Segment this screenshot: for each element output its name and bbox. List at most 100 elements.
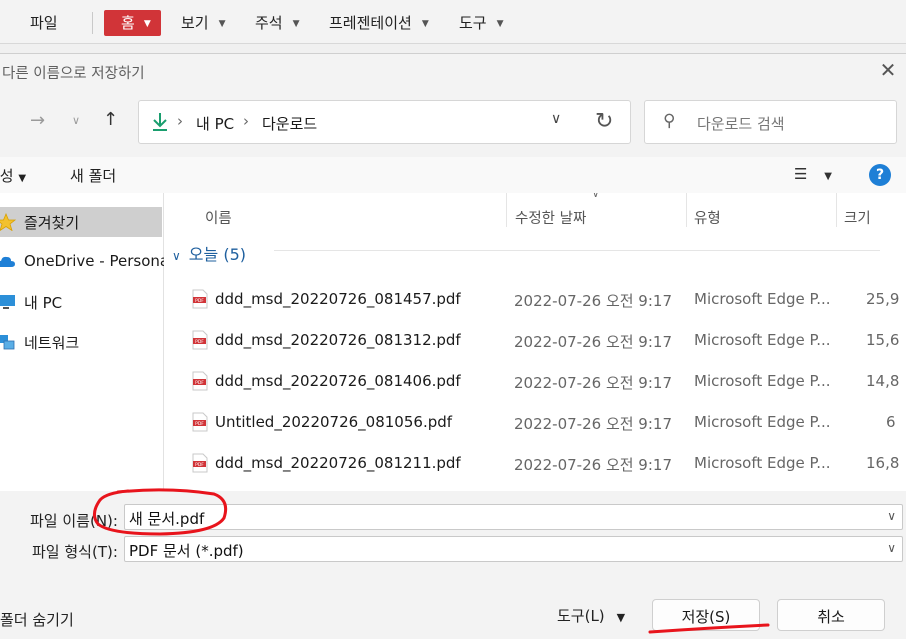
svg-text:PDF: PDF [195, 339, 204, 345]
history-chevron-down-icon[interactable]: ∨ [72, 114, 80, 127]
chevron-down-icon: ▼ [143, 19, 151, 29]
file-name: ddd_msd_20220726_081406.pdf [215, 372, 461, 390]
nav-this-pc-label: 내 PC [24, 294, 63, 312]
file-size: 25,9 [866, 290, 900, 308]
tools-button[interactable]: 도구(L) ▼ [557, 605, 625, 626]
menu-view[interactable]: 보기 ▼ [181, 12, 226, 33]
chevron-down-icon: ∨ [172, 249, 181, 263]
menu-comment-label: 주석 [255, 14, 283, 32]
file-row[interactable]: PDF ddd_msd_20220726_081406.pdf 2022-07-26… [164, 362, 906, 402]
search-box[interactable]: ⚲ 다운로드 검색 [644, 100, 897, 144]
download-icon [153, 113, 167, 131]
view-options-button[interactable]: ☰ ▼ [794, 165, 832, 183]
save-as-dialog: 다른 이름으로 저장하기 ✕ → ∨ ↑ › 내 PC › 다운로드 ∨ ↻ ⚲… [0, 53, 906, 639]
file-row[interactable]: PDF Untitled_20220726_081056.pdf 2022-07-2… [164, 403, 906, 443]
hide-folders-button[interactable]: 폴더 숨기기 [0, 609, 74, 630]
file-row[interactable]: PDF ddd_msd_20220726_081211.pdf 2022-07-26… [164, 444, 906, 484]
filename-field[interactable]: 새 문서.pdf ∨ [124, 504, 903, 530]
file-name: ddd_msd_20220726_081457.pdf [215, 290, 461, 308]
file-type: Microsoft Edge P... [694, 413, 831, 431]
menu-file-label: 파일 [30, 14, 58, 32]
address-bar[interactable]: › 내 PC › 다운로드 ∨ ↻ [138, 100, 631, 144]
menu-home[interactable]: 홈 ▼ [104, 10, 161, 36]
column-header-modified[interactable]: 수정한 날짜 [515, 207, 586, 228]
file-row[interactable]: PDF ddd_msd_20220726_081312.pdf 2022-07-26… [164, 321, 906, 361]
pdf-file-icon: PDF [192, 330, 208, 350]
organize-button[interactable]: 구성 ▼ [0, 165, 26, 186]
ribbon-divider [92, 12, 93, 34]
close-icon[interactable]: ✕ [878, 60, 898, 80]
app-ribbon: 파일 홈 ▼ 보기 ▼ 주석 ▼ 프레젠테이션 ▼ 도구 ▼ [0, 0, 906, 44]
pdf-file-icon: PDF [192, 412, 208, 432]
dialog-footer [0, 572, 906, 639]
file-date: 2022-07-26 오전 9:17 [514, 415, 672, 433]
hide-folders-label: 폴더 숨기기 [0, 611, 74, 629]
nav-favorites[interactable]: 즐겨찾기 [0, 207, 162, 237]
pdf-file-icon: PDF [192, 371, 208, 391]
save-button[interactable]: 저장(S) [652, 599, 760, 631]
svg-text:PDF: PDF [195, 380, 204, 386]
breadcrumb-pc[interactable]: 내 PC [196, 113, 234, 134]
file-type: Microsoft Edge P... [694, 290, 831, 308]
column-header-size[interactable]: 크기 [844, 207, 871, 228]
star-icon [0, 213, 16, 231]
menu-presentation[interactable]: 프레젠테이션 ▼ [329, 12, 429, 33]
filename-value: 새 문서.pdf [129, 510, 205, 528]
new-folder-button[interactable]: 새 폴더 [70, 165, 116, 186]
nav-this-pc[interactable]: 내 PC [0, 287, 162, 317]
file-type: Microsoft Edge P... [694, 454, 831, 472]
menu-home-label: 홈 [121, 14, 135, 32]
breadcrumb-chevron-icon: › [177, 112, 183, 130]
group-header-today[interactable]: ∨ 오늘 (5) [172, 241, 246, 265]
filetype-select[interactable]: PDF 문서 (*.pdf) ∨ [124, 536, 903, 562]
chevron-down-icon: ▼ [218, 19, 226, 29]
dialog-title: 다른 이름으로 저장하기 [2, 66, 145, 82]
address-dropdown-icon[interactable]: ∨ [551, 111, 561, 127]
filetype-value: PDF 문서 (*.pdf) [129, 542, 244, 560]
network-icon [0, 335, 15, 350]
back-arrow-icon[interactable]: → [30, 110, 45, 131]
menu-tools-label: 도구 [459, 14, 487, 32]
file-size: 16,8 [866, 454, 900, 472]
chevron-down-icon: ▼ [421, 19, 429, 29]
filename-label: 파일 이름(N): [30, 512, 118, 530]
up-arrow-icon[interactable]: ↑ [103, 109, 118, 130]
breadcrumb-downloads[interactable]: 다운로드 [262, 113, 317, 134]
file-name: Untitled_20220726_081056.pdf [215, 413, 453, 431]
column-divider [836, 193, 837, 227]
file-row[interactable]: PDF ddd_msd_20220726_081457.pdf 2022-07-26… [164, 280, 906, 320]
refresh-icon[interactable]: ↻ [595, 109, 613, 134]
chevron-down-icon[interactable]: ∨ [887, 541, 896, 555]
file-type: Microsoft Edge P... [694, 331, 831, 349]
nav-onedrive[interactable]: OneDrive - Personal [0, 247, 173, 277]
menu-comment[interactable]: 주석 ▼ [255, 12, 300, 33]
help-icon[interactable]: ? [869, 164, 891, 186]
caret-down-icon: ▼ [616, 611, 626, 624]
cancel-button[interactable]: 취소 [777, 599, 885, 631]
file-date: 2022-07-26 오전 9:17 [514, 456, 672, 474]
chevron-down-icon: ▼ [18, 173, 27, 184]
organize-label: 구성 [0, 167, 14, 185]
file-date: 2022-07-26 오전 9:17 [514, 292, 672, 310]
svg-text:PDF: PDF [195, 298, 204, 304]
file-list: 이름 수정한 날짜 ∨ 유형 크기 ∨ 오늘 (5) PDF ddd_msd_202… [164, 193, 906, 491]
column-header-name[interactable]: 이름 [205, 207, 232, 228]
menu-presentation-label: 프레젠테이션 [329, 14, 412, 32]
nav-onedrive-label: OneDrive - Personal [24, 252, 174, 270]
menu-view-label: 보기 [181, 14, 209, 32]
chevron-down-icon[interactable]: ∨ [887, 509, 896, 523]
group-header-label: 오늘 (5) [188, 245, 246, 264]
file-date: 2022-07-26 오전 9:17 [514, 374, 672, 392]
nav-network[interactable]: 네트워크 [0, 327, 162, 357]
file-name: ddd_msd_20220726_081312.pdf [215, 331, 461, 349]
menu-tools[interactable]: 도구 ▼ [459, 12, 504, 33]
menu-file[interactable]: 파일 [30, 12, 58, 33]
search-placeholder: 다운로드 검색 [697, 115, 785, 133]
file-type: Microsoft Edge P... [694, 372, 831, 390]
nav-favorites-label: 즐겨찾기 [24, 214, 80, 232]
navigation-pane: 즐겨찾기 OneDrive - Personal 내 PC 네트워크 [0, 193, 173, 491]
column-header-type[interactable]: 유형 [694, 207, 721, 228]
svg-text:PDF: PDF [195, 421, 204, 427]
monitor-icon [0, 295, 15, 309]
group-divider [274, 250, 880, 251]
